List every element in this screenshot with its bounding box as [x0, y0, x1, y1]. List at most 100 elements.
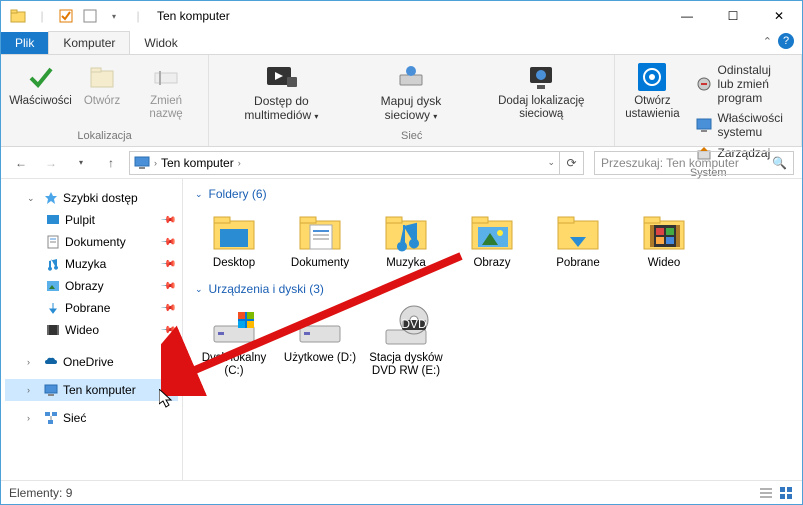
- nav-this-pc[interactable]: › Ten komputer: [5, 379, 178, 401]
- system-properties-button[interactable]: Właściwości systemu: [692, 109, 791, 141]
- uninstall-icon: [696, 76, 712, 92]
- folder-downloads[interactable]: Pobrane: [539, 207, 617, 270]
- drive-d[interactable]: Użytkowe (D:): [281, 302, 359, 378]
- window-controls: — ☐ ✕: [664, 1, 802, 31]
- nav-item-desktop[interactable]: Pulpit 📌: [5, 209, 178, 231]
- ribbon-group-location: Właściwości Otwórz Zmień nazwę Lokalizac…: [1, 55, 209, 146]
- address-bar: ← → ▾ ↑ › Ten komputer › ⌄ ⟳ Przeszukaj:…: [1, 147, 802, 179]
- breadcrumb-sep[interactable]: ›: [154, 158, 157, 168]
- pin-icon: 📌: [159, 256, 176, 273]
- icons-view-button[interactable]: [778, 485, 794, 501]
- nav-item-downloads[interactable]: Pobrane 📌: [5, 297, 178, 319]
- item-count: Elementy: 9: [9, 486, 72, 500]
- drive-icon: [296, 302, 344, 350]
- folder-pictures[interactable]: Obrazy: [453, 207, 531, 270]
- network-icon: [43, 410, 59, 426]
- map-drive-button[interactable]: Mapuj dysk sieciowy ▾: [352, 59, 471, 125]
- quick-access-toolbar: | ▾ |: [7, 5, 149, 27]
- downloads-folder-icon: [554, 207, 602, 255]
- cursor-icon: [159, 389, 175, 409]
- folder-desktop[interactable]: Desktop: [195, 207, 273, 270]
- up-button[interactable]: ↑: [99, 151, 123, 175]
- open-button[interactable]: Otwórz: [78, 59, 126, 123]
- breadcrumb[interactable]: › Ten komputer › ⌄: [129, 151, 560, 175]
- ribbon-collapse-icon[interactable]: ⌃: [763, 35, 772, 48]
- devices-header[interactable]: ⌄ Urządzenia i dyski (3): [195, 282, 790, 296]
- rename-button[interactable]: Zmień nazwę: [130, 59, 202, 123]
- video-folder-icon: [640, 207, 688, 255]
- nav-item-documents[interactable]: Dokumenty 📌: [5, 231, 178, 253]
- media-access-button[interactable]: Dostęp do multimediów ▾: [215, 59, 348, 125]
- qat-separator: |: [31, 5, 53, 27]
- open-folder-icon: [86, 61, 118, 93]
- chevron-right-icon[interactable]: ›: [27, 413, 39, 423]
- forward-button[interactable]: →: [39, 151, 63, 175]
- minimize-button[interactable]: —: [664, 1, 710, 31]
- folder-documents[interactable]: Dokumenty: [281, 207, 359, 270]
- pin-icon: 📌: [159, 234, 176, 251]
- desktop-icon: [45, 212, 61, 228]
- breadcrumb-root[interactable]: Ten komputer: [161, 156, 234, 170]
- folder-video[interactable]: Wideo: [625, 207, 703, 270]
- add-location-button[interactable]: Dodaj lokalizację sieciową: [474, 59, 608, 125]
- onedrive-icon: [43, 354, 59, 370]
- pictures-folder-icon: [468, 207, 516, 255]
- nav-onedrive[interactable]: › OneDrive: [5, 351, 178, 373]
- search-icon: 🔍: [772, 156, 787, 170]
- window-title: Ten komputer: [157, 9, 230, 23]
- uninstall-button[interactable]: Odinstaluj lub zmień program: [692, 61, 791, 107]
- nav-network[interactable]: › Sieć: [5, 407, 178, 429]
- devices-section: ⌄ Urządzenia i dyski (3) Dysk lokalny (C…: [195, 282, 790, 378]
- settings-icon: [636, 61, 668, 93]
- close-button[interactable]: ✕: [756, 1, 802, 31]
- folder-music[interactable]: Muzyka: [367, 207, 445, 270]
- help-icon[interactable]: ?: [778, 33, 794, 49]
- breadcrumb-dropdown-icon[interactable]: ⌄: [547, 157, 555, 168]
- drive-c[interactable]: Dysk lokalny (C:): [195, 302, 273, 378]
- drive-dvd[interactable]: DVD Stacja dysków DVD RW (E:): [367, 302, 445, 378]
- pin-icon: 📌: [159, 278, 176, 295]
- chevron-right-icon[interactable]: ›: [27, 385, 39, 395]
- nav-item-music[interactable]: Muzyka 📌: [5, 253, 178, 275]
- ribbon: Właściwości Otwórz Zmień nazwę Lokalizac…: [1, 55, 802, 147]
- chevron-down-icon[interactable]: ⌄: [27, 193, 39, 204]
- recent-button[interactable]: ▾: [69, 151, 93, 175]
- nav-quick-access[interactable]: ⌄ Szybki dostęp: [5, 187, 178, 209]
- monitor-icon: [134, 155, 150, 171]
- nav-item-video[interactable]: Wideo 📌: [5, 319, 178, 341]
- qat-caret-icon[interactable]: ▾: [103, 5, 125, 27]
- refresh-button[interactable]: ⟳: [560, 151, 584, 175]
- tab-computer[interactable]: Komputer: [48, 31, 130, 54]
- add-location-icon: [525, 61, 557, 93]
- qat-dropdown-icon[interactable]: [79, 5, 101, 27]
- nav-item-pictures[interactable]: Obrazy 📌: [5, 275, 178, 297]
- ribbon-group-system: Otwórz ustawienia Odinstaluj lub zmień p…: [615, 55, 802, 146]
- tab-view[interactable]: Widok: [130, 32, 191, 54]
- pin-icon: 📌: [159, 212, 176, 229]
- folders-header[interactable]: ⌄ Foldery (6): [195, 187, 790, 201]
- video-icon: [45, 322, 61, 338]
- qat-properties-icon[interactable]: [55, 5, 77, 27]
- maximize-button[interactable]: ☐: [710, 1, 756, 31]
- tab-file[interactable]: Plik: [1, 32, 48, 54]
- music-icon: [45, 256, 61, 272]
- main-pane: ⌄ Foldery (6) Desktop Dokumenty Muzyka: [183, 179, 802, 480]
- dvd-drive-icon: DVD: [382, 302, 430, 350]
- pictures-icon: [45, 278, 61, 294]
- folder-icon: [7, 5, 29, 27]
- pin-icon: 📌: [159, 322, 176, 339]
- folders-section: ⌄ Foldery (6) Desktop Dokumenty Muzyka: [195, 187, 790, 270]
- chevron-right-icon[interactable]: ›: [27, 357, 39, 367]
- media-icon: [265, 61, 297, 93]
- breadcrumb-sep[interactable]: ›: [238, 158, 241, 168]
- documents-folder-icon: [296, 207, 344, 255]
- properties-button[interactable]: Właściwości: [7, 59, 74, 123]
- title-bar: | ▾ | Ten komputer — ☐ ✕: [1, 1, 802, 31]
- group-label-network: Sieć: [215, 128, 608, 142]
- drive-icon: [210, 302, 258, 350]
- chevron-down-icon: ⌄: [195, 284, 203, 295]
- open-settings-button[interactable]: Otwórz ustawienia: [621, 59, 683, 165]
- back-button[interactable]: ←: [9, 151, 33, 175]
- details-view-button[interactable]: [758, 485, 774, 501]
- search-input[interactable]: Przeszukaj: Ten komputer 🔍: [594, 151, 794, 175]
